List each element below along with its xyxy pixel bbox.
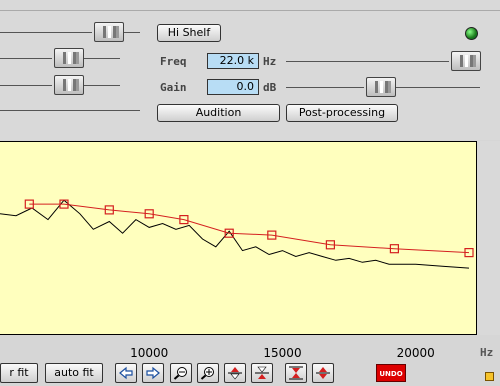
slider-track-3b (84, 85, 120, 86)
post-processing-button[interactable]: Post-processing (286, 104, 398, 122)
gain-field[interactable]: 0.0 (207, 79, 259, 95)
shrink-vertical-icon[interactable] (285, 363, 307, 383)
gain-slider-track-b (396, 87, 480, 88)
gain-slider-thumb[interactable] (366, 77, 396, 97)
slider-track-4 (0, 110, 140, 111)
x-axis-unit: Hz (480, 346, 494, 359)
zoom-out-icon[interactable] (170, 363, 192, 383)
spectrum-line (0, 199, 470, 269)
freq-label: Freq (160, 55, 187, 68)
slider-thumb-1[interactable] (94, 22, 124, 42)
freq-slider-track (286, 61, 449, 62)
slider-track-2 (0, 58, 52, 59)
fit-button[interactable]: r fit (0, 363, 38, 383)
freq-unit: Hz (263, 55, 277, 68)
eq-control-panel: Hi Shelf Freq 22.0 k Hz Gain 0.0 dB Audi… (0, 0, 500, 140)
auto-fit-button[interactable]: auto fit (45, 363, 103, 383)
gain-label: Gain (160, 81, 187, 94)
frequency-response-plot[interactable] (0, 141, 477, 335)
slider-track-2b (84, 58, 120, 59)
arrow-right-icon[interactable] (142, 363, 164, 383)
audition-button[interactable]: Audition (157, 104, 280, 122)
gain-unit: dB (263, 81, 277, 94)
slider-track-1 (0, 32, 92, 33)
x-tick-label: 10000 (130, 346, 169, 360)
plot-right-margin (477, 141, 500, 335)
grow-vertical-icon[interactable] (312, 363, 334, 383)
panel-top-rule (0, 10, 500, 11)
compress-vertical-icon[interactable] (251, 363, 273, 383)
slider-track-1b (124, 32, 140, 33)
resize-corner-icon[interactable] (485, 372, 494, 381)
x-tick-label: 20000 (396, 346, 435, 360)
zoom-in-icon[interactable] (197, 363, 219, 383)
slider-track-3 (0, 85, 52, 86)
slider-thumb-3[interactable] (54, 75, 84, 95)
undo-button[interactable]: UNDO (376, 364, 406, 382)
enable-led-indicator[interactable] (465, 27, 478, 40)
x-tick-label: 15000 (263, 346, 302, 360)
gain-slider-track (286, 87, 364, 88)
frequency-response-svg (0, 199, 474, 269)
slider-thumb-2[interactable] (54, 48, 84, 68)
freq-slider-thumb[interactable] (451, 51, 481, 71)
filter-type-button[interactable]: Hi Shelf (157, 24, 221, 42)
arrow-left-icon[interactable] (115, 363, 137, 383)
freq-field[interactable]: 22.0 k (207, 53, 259, 69)
expand-vertical-icon[interactable] (224, 363, 246, 383)
